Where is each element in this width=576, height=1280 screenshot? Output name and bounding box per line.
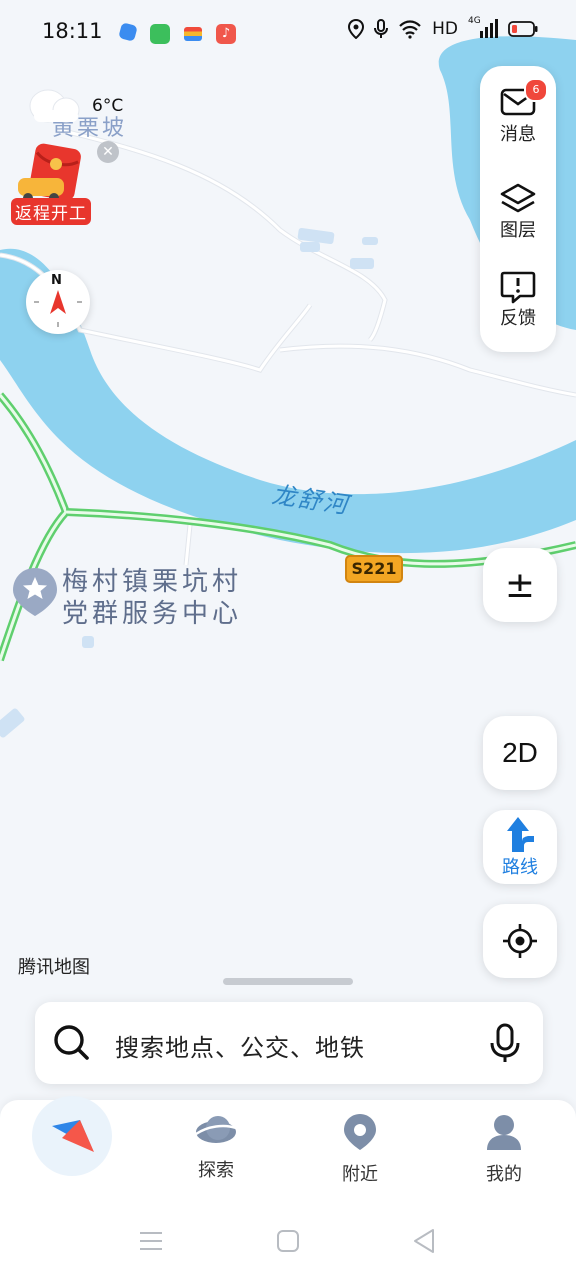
- promo-close-icon[interactable]: ✕: [97, 141, 119, 163]
- weather-widget[interactable]: 6°C: [26, 86, 123, 130]
- signal-icon: 4G: [468, 16, 498, 39]
- system-nav-bar: [0, 1200, 576, 1280]
- app-logo-icon: [52, 1120, 94, 1152]
- notification-icons: ♪: [118, 22, 236, 44]
- status-time: 18:11: [42, 19, 103, 43]
- nav-nearby[interactable]: 附近: [315, 1112, 405, 1186]
- network-type: HD: [432, 19, 458, 39]
- nav-explore-label: 探索: [198, 1160, 234, 1181]
- back-icon[interactable]: [412, 1228, 436, 1254]
- layers-button[interactable]: 图层: [480, 182, 556, 242]
- messages-button[interactable]: 6 消息: [480, 78, 556, 146]
- poi-label[interactable]: 梅村镇栗坑村 党群服务中心: [62, 566, 242, 630]
- zoom-button[interactable]: ±: [483, 548, 557, 622]
- layers-icon: [500, 183, 536, 213]
- nav-nearby-label: 附近: [342, 1164, 378, 1185]
- messages-label: 消息: [500, 124, 536, 145]
- route-label: 路线: [502, 857, 538, 878]
- zoom-icon: ±: [504, 564, 536, 606]
- user-profile-icon: [487, 1115, 521, 1150]
- app-notification-icon: [118, 22, 138, 42]
- map-attribution: 腾讯地图: [18, 957, 90, 978]
- nav-explore[interactable]: 探索: [171, 1112, 261, 1182]
- feedback-icon: [500, 271, 536, 304]
- search-input[interactable]: 搜索地点、公交、地铁: [115, 1028, 365, 1063]
- bottom-nav: 探索 附近 我的: [0, 1096, 576, 1200]
- music-app-icon: ♪: [216, 24, 236, 44]
- view-mode-label: 2D: [502, 737, 538, 768]
- nav-me[interactable]: 我的: [459, 1112, 549, 1186]
- home-icon[interactable]: [276, 1229, 300, 1253]
- view-mode-button[interactable]: 2D: [483, 716, 557, 790]
- search-bar[interactable]: 搜索地点、公交、地铁: [35, 1002, 543, 1084]
- search-icon: [54, 1025, 89, 1060]
- promo-label: 返程开工: [11, 198, 91, 225]
- compass-button[interactable]: N: [26, 270, 90, 334]
- red-envelope-icon: [18, 143, 81, 203]
- voice-search-icon[interactable]: [490, 1023, 520, 1063]
- layers-label: 图层: [500, 220, 536, 241]
- route-button[interactable]: 路线: [483, 810, 557, 884]
- route-arrow-icon: [507, 817, 534, 852]
- recent-apps-icon[interactable]: [139, 1230, 163, 1252]
- wallet-app-icon: [184, 27, 202, 41]
- nav-home-button[interactable]: [32, 1096, 112, 1176]
- compass-needle-icon: [34, 290, 82, 327]
- cloud-icon: [29, 89, 80, 123]
- poi-label-line2: 党群服务中心: [62, 599, 243, 629]
- location-icon: [348, 19, 365, 39]
- planet-icon: [195, 1116, 237, 1143]
- poi-label-line1: 梅村镇栗坑村: [62, 567, 243, 597]
- sheet-drag-handle[interactable]: [223, 978, 353, 985]
- messages-badge: 6: [524, 78, 548, 102]
- status-right: HD 4G: [348, 16, 538, 39]
- feedback-label: 反馈: [500, 308, 536, 329]
- my-location-button[interactable]: [483, 904, 557, 978]
- message-app-icon: [150, 24, 170, 44]
- nav-me-label: 我的: [486, 1164, 522, 1185]
- promo-banner[interactable]: 返程开工: [10, 142, 94, 225]
- road-badge: S221: [345, 555, 403, 583]
- microphone-icon: [374, 19, 389, 38]
- feedback-button[interactable]: 反馈: [480, 270, 556, 330]
- locate-icon: [503, 924, 537, 958]
- battery-icon: [508, 21, 538, 37]
- status-bar: 18:11 ♪ HD 4G: [0, 0, 576, 64]
- wifi-icon: [399, 20, 421, 39]
- nearby-pin-icon: [344, 1114, 376, 1150]
- map-tools-panel: 6 消息 图层 反馈: [480, 66, 556, 352]
- temperature: 6°C: [92, 96, 124, 116]
